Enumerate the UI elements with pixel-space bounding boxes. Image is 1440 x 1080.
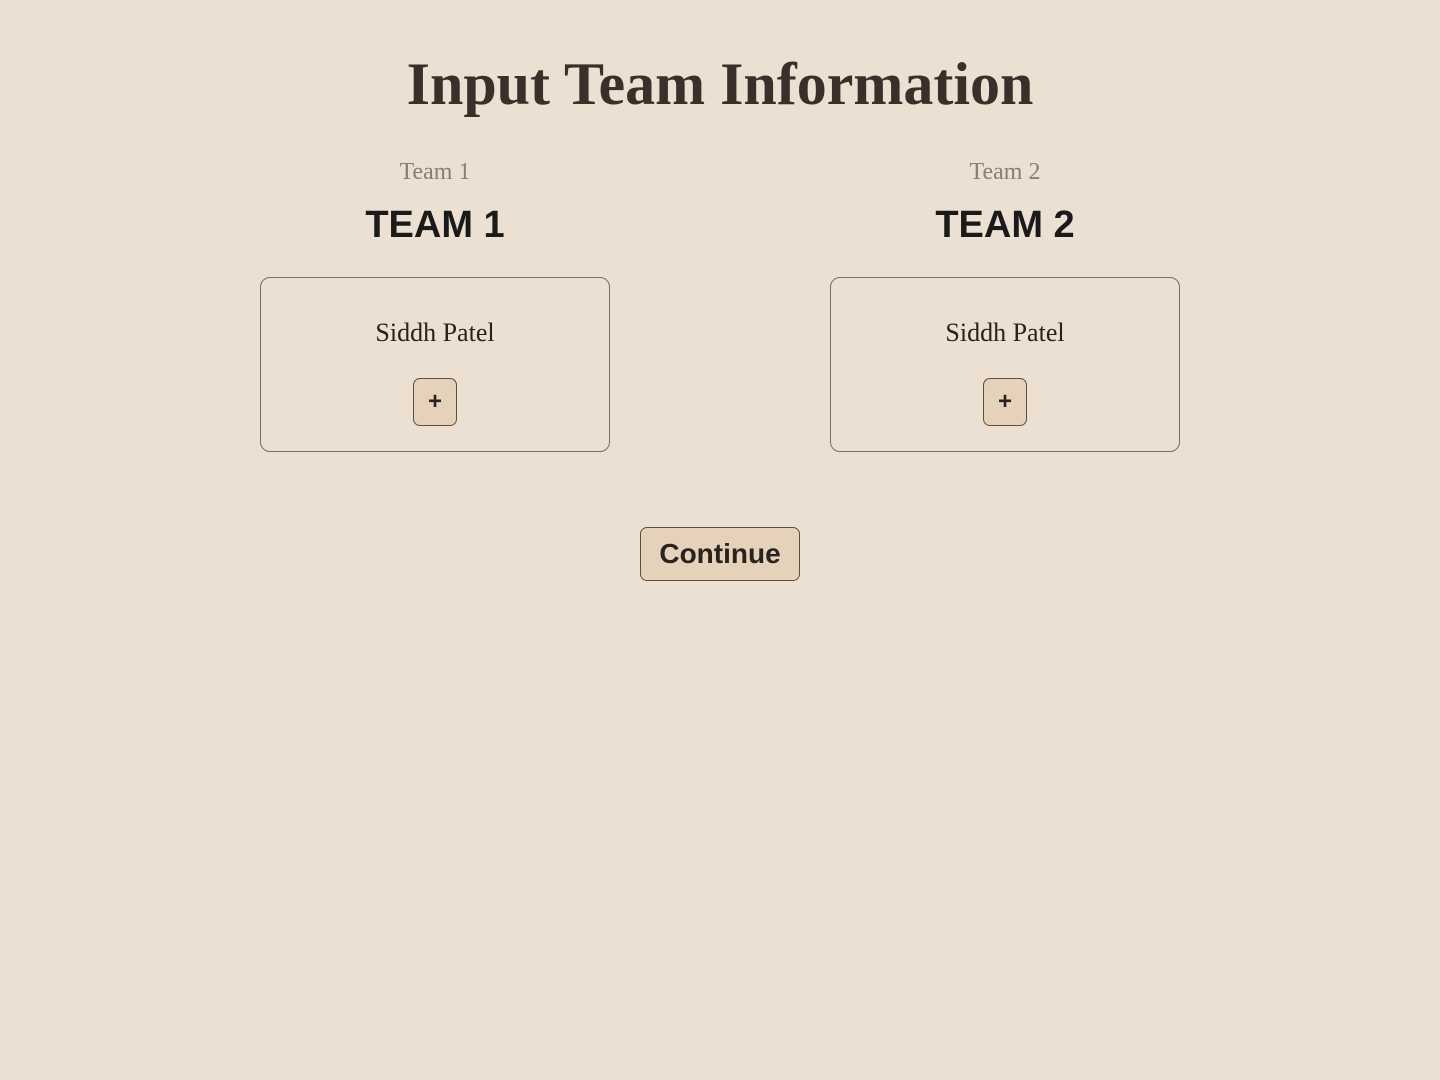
team-2-player: Siddh Patel	[945, 318, 1064, 348]
teams-wrapper: Team 1 Siddh Patel + Team 2 Siddh Patel …	[0, 159, 1440, 452]
team-2-players-box: Siddh Patel +	[830, 277, 1180, 452]
team-1-player: Siddh Patel	[375, 318, 494, 348]
team-2-column: Team 2 Siddh Patel +	[830, 159, 1180, 452]
team-2-name-input[interactable]	[830, 204, 1180, 247]
team-2-label: Team 2	[970, 159, 1041, 186]
team-1-label: Team 1	[400, 159, 471, 186]
continue-button[interactable]: Continue	[640, 527, 799, 581]
team-1-name-input[interactable]	[260, 204, 610, 247]
team-1-players-box: Siddh Patel +	[260, 277, 610, 452]
team-1-add-player-button[interactable]: +	[413, 378, 457, 426]
team-2-add-player-button[interactable]: +	[983, 378, 1027, 426]
page-title: Input Team Information	[407, 50, 1034, 119]
team-1-column: Team 1 Siddh Patel +	[260, 159, 610, 452]
